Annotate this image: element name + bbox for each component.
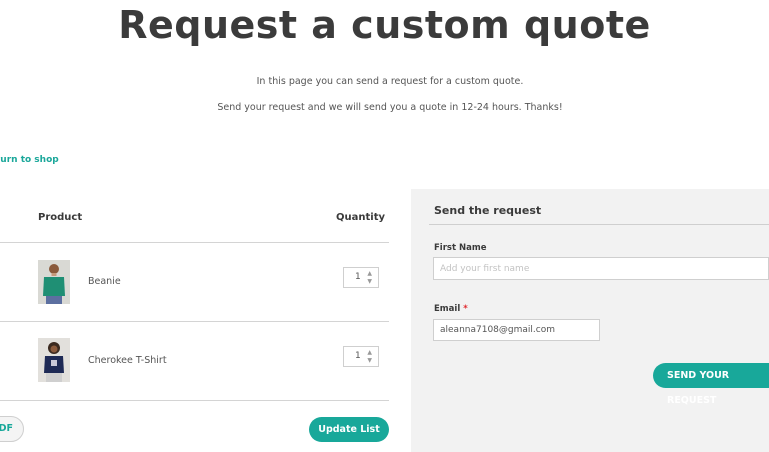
product-column-header: Product (38, 212, 83, 223)
first-name-label: First Name (434, 243, 487, 253)
quantity-column-header: Quantity (336, 212, 385, 223)
product-name[interactable]: Beanie (88, 276, 121, 287)
first-name-field[interactable] (433, 257, 769, 280)
pdf-button[interactable]: DF (0, 416, 24, 442)
intro-text-2: Send your request and we will send you a… (217, 102, 563, 113)
product-thumbnail-cherokee[interactable] (38, 338, 70, 382)
green-shirt-model-image (38, 260, 70, 304)
intro-text-1: In this page you can send a request for … (256, 76, 524, 87)
product-name[interactable]: Cherokee T-Shirt (88, 355, 167, 366)
send-request-button[interactable]: SEND YOUR REQUEST (653, 363, 769, 406)
chevron-up-icon[interactable]: ▲ (367, 271, 372, 277)
quantity-value: 1 (355, 351, 361, 361)
quantity-value: 1 (355, 272, 361, 282)
page-title: Request a custom quote (118, 3, 651, 47)
return-to-shop-link[interactable]: turn to shop (0, 155, 59, 165)
quantity-stepper[interactable]: 1 ▲ ▼ (343, 267, 379, 288)
table-divider (0, 321, 389, 322)
required-marker: * (463, 304, 468, 314)
update-list-button[interactable]: Update List (309, 417, 389, 442)
product-thumbnail-beanie[interactable] (38, 260, 70, 304)
chevron-down-icon[interactable]: ▼ (367, 279, 372, 285)
chevron-down-icon[interactable]: ▼ (367, 358, 372, 364)
form-title: Send the request (434, 204, 542, 217)
email-label: Email * (434, 304, 468, 314)
navy-shirt-model-image (38, 338, 70, 382)
email-field[interactable] (433, 319, 600, 341)
quantity-stepper[interactable]: 1 ▲ ▼ (343, 346, 379, 367)
table-divider (0, 400, 389, 401)
chevron-up-icon[interactable]: ▲ (367, 350, 372, 356)
form-divider (429, 224, 769, 225)
table-divider (0, 242, 389, 243)
